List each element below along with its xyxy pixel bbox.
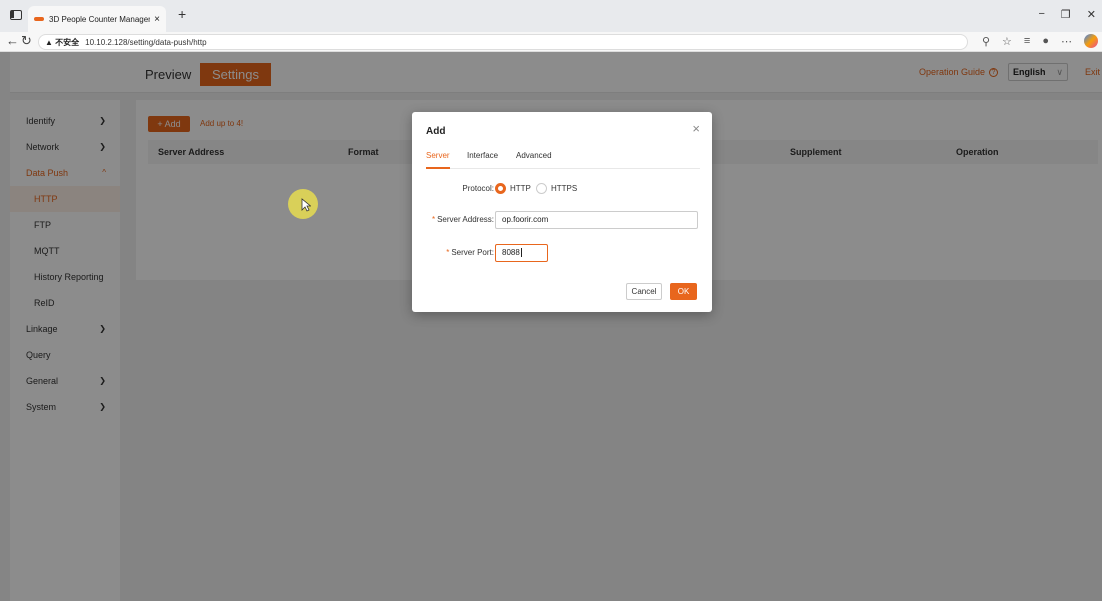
refresh-icon[interactable]: ↻ (21, 33, 32, 49)
radio-https-label[interactable]: HTTPS (551, 184, 577, 193)
protocol-row: Protocol: HTTP HTTPS (412, 180, 712, 198)
window-controls: − ❐ ✕ (1038, 8, 1096, 21)
server-port-label: * Server Port: (446, 248, 494, 257)
server-port-row: * Server Port: 8088 (412, 244, 712, 262)
copilot-icon[interactable] (1084, 34, 1098, 48)
close-icon[interactable]: × (692, 121, 700, 136)
radio-http-label[interactable]: HTTP (510, 184, 531, 193)
url-text: 10.10.2.128/setting/data-push/http (85, 37, 207, 47)
dialog-title: Add (426, 126, 446, 137)
protocol-label: Protocol: (462, 184, 494, 193)
mouse-pointer-icon (301, 198, 311, 212)
back-arrow-icon[interactable]: ← (6, 33, 19, 48)
ok-button[interactable]: OK (670, 283, 697, 300)
security-warning[interactable]: ▲ 不安全 (45, 37, 79, 48)
radio-https[interactable] (536, 183, 547, 194)
radio-http[interactable] (495, 183, 506, 194)
read-aloud-icon[interactable]: ⚲ (982, 35, 990, 48)
dialog-tabs: Server Interface Advanced (426, 151, 700, 169)
new-tab-button[interactable]: + (178, 6, 186, 22)
profile-icon[interactable]: ● (1042, 35, 1049, 47)
browser-tab[interactable]: 3D People Counter Management × (28, 6, 166, 32)
favorites-list-icon[interactable]: ≡ (1024, 35, 1030, 47)
more-options-icon[interactable]: ⋯ (1061, 35, 1072, 48)
add-server-dialog: Add × Server Interface Advanced Protocol… (412, 112, 712, 312)
tab-title: 3D People Counter Management (49, 14, 150, 24)
url-field[interactable]: ▲ 不安全 10.10.2.128/setting/data-push/http (38, 34, 968, 50)
server-address-row: * Server Address: op.foorir.com (412, 211, 712, 229)
tab-actions-icon[interactable] (10, 10, 22, 20)
tab-server[interactable]: Server (426, 151, 450, 169)
tab-advanced[interactable]: Advanced (516, 151, 552, 169)
browser-tab-strip: 3D People Counter Management × + − ❐ ✕ (0, 0, 1102, 32)
address-bar-row: ← ↻ ▲ 不安全 10.10.2.128/setting/data-push/… (0, 32, 1102, 52)
text-caret (520, 248, 522, 258)
browser-toolbar-right: ⚲ ☆ ≡ ● ⋯ (982, 34, 1098, 48)
server-address-label: * Server Address: (431, 215, 494, 224)
site-favicon-icon (34, 17, 44, 21)
cancel-button[interactable]: Cancel (626, 283, 662, 300)
favorite-star-icon[interactable]: ☆ (1002, 35, 1012, 48)
tab-interface[interactable]: Interface (467, 151, 498, 169)
restore-icon[interactable]: ❐ (1061, 8, 1071, 21)
server-port-input[interactable]: 8088 (495, 244, 548, 262)
window-close-icon[interactable]: ✕ (1087, 8, 1096, 21)
tab-close-icon[interactable]: × (154, 14, 160, 25)
minimize-icon[interactable]: − (1038, 8, 1044, 21)
server-address-input[interactable]: op.foorir.com (495, 211, 698, 229)
